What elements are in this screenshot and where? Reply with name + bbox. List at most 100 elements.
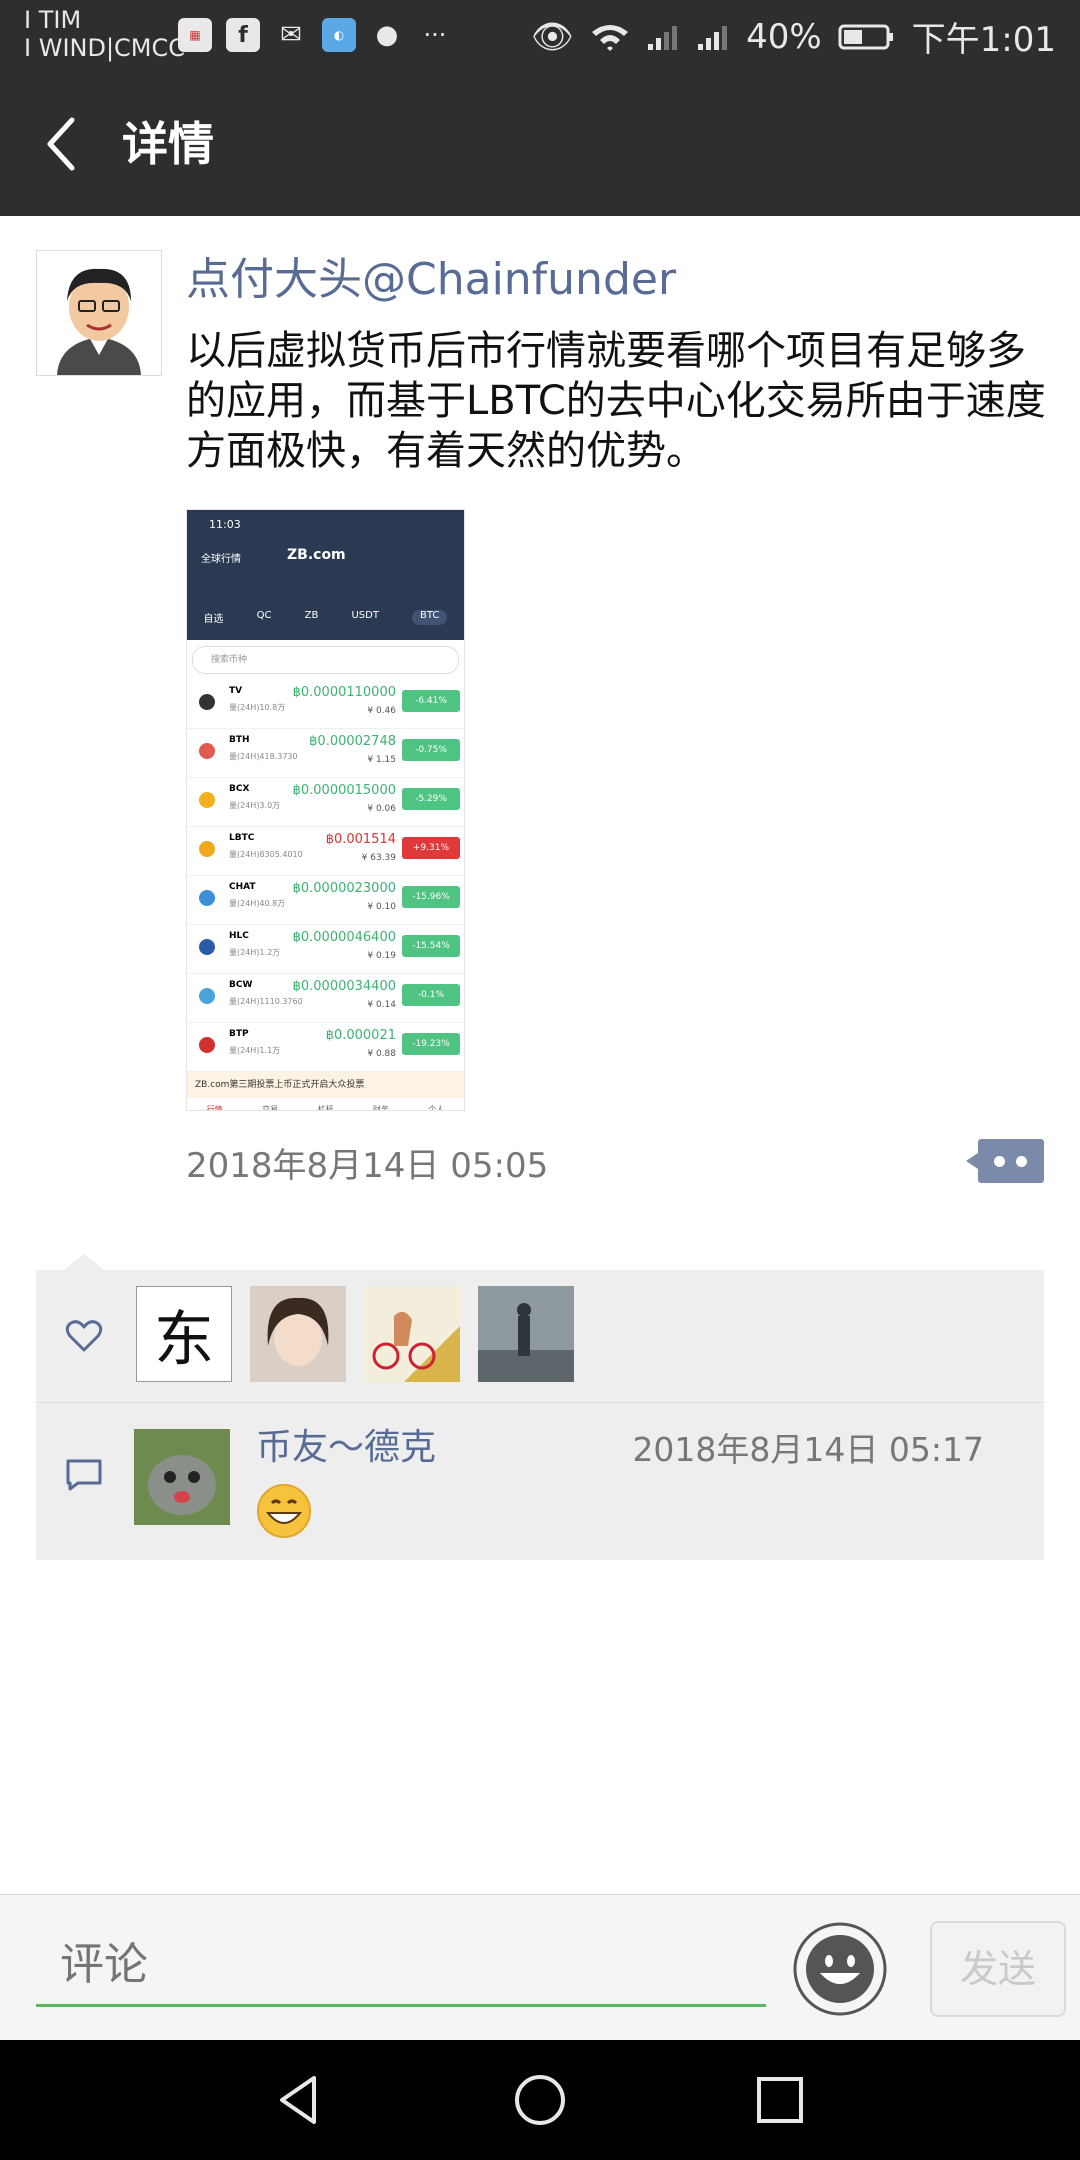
coin-volume: 量(24H)1.1万	[229, 1046, 281, 1055]
coin-name: BTH	[229, 735, 250, 745]
coin-change: -0.75%	[402, 739, 460, 761]
chat-bubble-icon: ●	[375, 20, 399, 50]
coin-row: BTP 量(24H)1.1万 ฿0.000021 ¥ 0.88 -19.23%	[187, 1023, 464, 1072]
carrier-line-2: I WIND|CMCC	[24, 34, 186, 62]
coin-change: -5.29%	[402, 788, 460, 810]
coin-name: HLC	[229, 931, 249, 941]
coin-row: LBTC 量(24H)8305.4010 ฿0.001514 ¥ 63.39 +9.31…	[187, 827, 464, 876]
coin-price: ฿0.0000110000	[292, 685, 396, 700]
coin-name: TV	[229, 686, 243, 696]
liker-avatar-char: 东	[154, 1304, 214, 1375]
liker-avatar[interactable]: 东	[136, 1286, 232, 1382]
coin-icon	[199, 841, 215, 857]
nav-home-icon[interactable]	[510, 2070, 570, 2130]
comment-time: 2018年8月14日 05:17	[632, 1430, 984, 1469]
comment-row[interactable]: 币友～德克 2018年8月14日 05:17	[36, 1403, 1044, 1560]
coin-price: ฿0.0000046400	[292, 930, 396, 945]
wifi-icon	[592, 24, 629, 51]
likes-comments-panel: 东 币友～德克 2018年8月14日 05:17	[36, 1270, 1044, 1560]
nav-recents-icon[interactable]	[750, 2070, 810, 2130]
coin-change: -15.54%	[402, 935, 460, 957]
coin-volume: 量(24H)418.3730	[229, 752, 298, 761]
commenter-avatar[interactable]	[134, 1429, 230, 1525]
image-coin-list: TV 量(24H)10.8万 ฿0.0000110000 ¥ 0.46 -6.41% BT…	[187, 680, 464, 1072]
send-button[interactable]: 发送	[930, 1921, 1066, 2017]
post-image[interactable]: 11:03 全球行情 ZB.com 自选 QC ZB USDT BTC 搜索币种…	[186, 509, 465, 1111]
coin-row: TV 量(24H)10.8万 ฿0.0000110000 ¥ 0.46 -6.41%	[187, 680, 464, 729]
calendar-app-icon: ▦	[178, 18, 212, 52]
clock: 下午1:01	[911, 20, 1056, 60]
coin-name: BCW	[229, 980, 253, 990]
system-nav-bar	[0, 2040, 1080, 2160]
coin-icon	[199, 792, 215, 808]
image-nav-item: 财务	[372, 1105, 389, 1111]
grinning-emoji-icon	[257, 1484, 311, 1538]
image-tab: BTC	[412, 610, 448, 625]
image-header-left: 全球行情	[201, 554, 241, 565]
image-nav-item: 个人	[428, 1105, 445, 1111]
image-nav-item: 交易	[262, 1105, 279, 1111]
coin-price: ฿0.001514	[325, 832, 396, 847]
coin-change: +9.31%	[402, 837, 460, 859]
liker-avatar[interactable]	[250, 1286, 346, 1382]
nav-back-icon[interactable]	[270, 2070, 330, 2130]
image-app-header: 11:03 全球行情 ZB.com 自选 QC ZB USDT BTC	[187, 510, 464, 640]
image-tabs: 自选 QC ZB USDT BTC	[187, 610, 464, 625]
heart-icon	[65, 1320, 103, 1352]
post-text: 以后虚拟货币后市行情就要看哪个项目有足够多的应用，而基于LBTC的去中心化交易所…	[186, 328, 1046, 474]
coin-price: ฿0.00002748	[309, 734, 396, 749]
carrier-info: I TIM I WIND|CMCC	[24, 6, 185, 62]
coin-name: BTP	[229, 1029, 249, 1039]
coin-change: -0.1%	[402, 984, 460, 1006]
notification-icons: ▦ f ✉ ◐ ● ···	[178, 18, 452, 52]
coin-icon	[199, 939, 215, 955]
browser-icon: ◐	[322, 18, 356, 52]
comment-icon	[66, 1459, 102, 1491]
more-notifications-icon: ···	[423, 21, 447, 49]
image-tab: QC	[256, 610, 272, 621]
coin-volume: 量(24H)10.8万	[229, 703, 286, 712]
coin-cny: ¥ 1.15	[367, 755, 396, 765]
liker-avatar[interactable]	[364, 1286, 460, 1382]
coin-volume: 量(24H)1.2万	[229, 948, 281, 957]
commenter-name[interactable]: 币友～德克	[256, 1423, 436, 1473]
coin-change: -15.96%	[402, 886, 460, 908]
coin-cny: ¥ 63.39	[361, 853, 396, 863]
likes-row: 东	[36, 1270, 1044, 1403]
image-search: 搜索币种	[192, 646, 459, 674]
signal-icon-1	[648, 25, 678, 50]
coin-icon	[199, 743, 215, 759]
coin-icon	[199, 890, 215, 906]
coin-icon	[199, 694, 215, 710]
image-notice: ZB.com第三期投票上币正式开启大众投票	[187, 1072, 464, 1098]
eye-icon: 👁	[530, 16, 575, 57]
coin-row: BCX 量(24H)3.0万 ฿0.0000015000 ¥ 0.06 -5.29%	[187, 778, 464, 827]
image-tab: ZB	[304, 610, 319, 621]
coin-row: BTH 量(24H)418.3730 ฿0.00002748 ¥ 1.15 -0.75%	[187, 729, 464, 778]
coin-price: ฿0.000021	[325, 1028, 396, 1043]
coin-cny: ¥ 0.14	[367, 1000, 396, 1010]
coin-cny: ¥ 0.06	[367, 804, 396, 814]
panel-pointer	[64, 1254, 104, 1270]
author-name[interactable]: 点付大头@Chainfunder	[186, 250, 676, 310]
emoji-picker-icon[interactable]	[792, 1921, 888, 2017]
coin-price: ฿0.0000015000	[292, 783, 396, 798]
image-tab: USDT	[351, 610, 379, 621]
dot-icon	[994, 1156, 1005, 1167]
dot-icon	[1016, 1156, 1027, 1167]
battery-percent: 40%	[746, 16, 822, 57]
back-arrow-icon[interactable]	[38, 114, 98, 174]
coin-volume: 量(24H)8305.4010	[229, 850, 303, 859]
comment-input[interactable]	[36, 1925, 766, 2007]
battery-icon	[838, 24, 893, 49]
image-bottom-nav: 行情 交易 杠杆 财务 个人	[187, 1098, 464, 1111]
coin-icon	[199, 1037, 215, 1053]
post-timestamp: 2018年8月14日 05:05	[186, 1146, 549, 1186]
coin-change: -19.23%	[402, 1033, 460, 1055]
more-actions-button[interactable]	[966, 1139, 1044, 1183]
carrier-line-1: I TIM	[24, 6, 82, 34]
facebook-icon: f	[226, 18, 260, 52]
liker-avatar[interactable]	[478, 1286, 574, 1382]
author-avatar[interactable]	[36, 250, 162, 376]
coin-cny: ¥ 0.46	[367, 706, 396, 716]
